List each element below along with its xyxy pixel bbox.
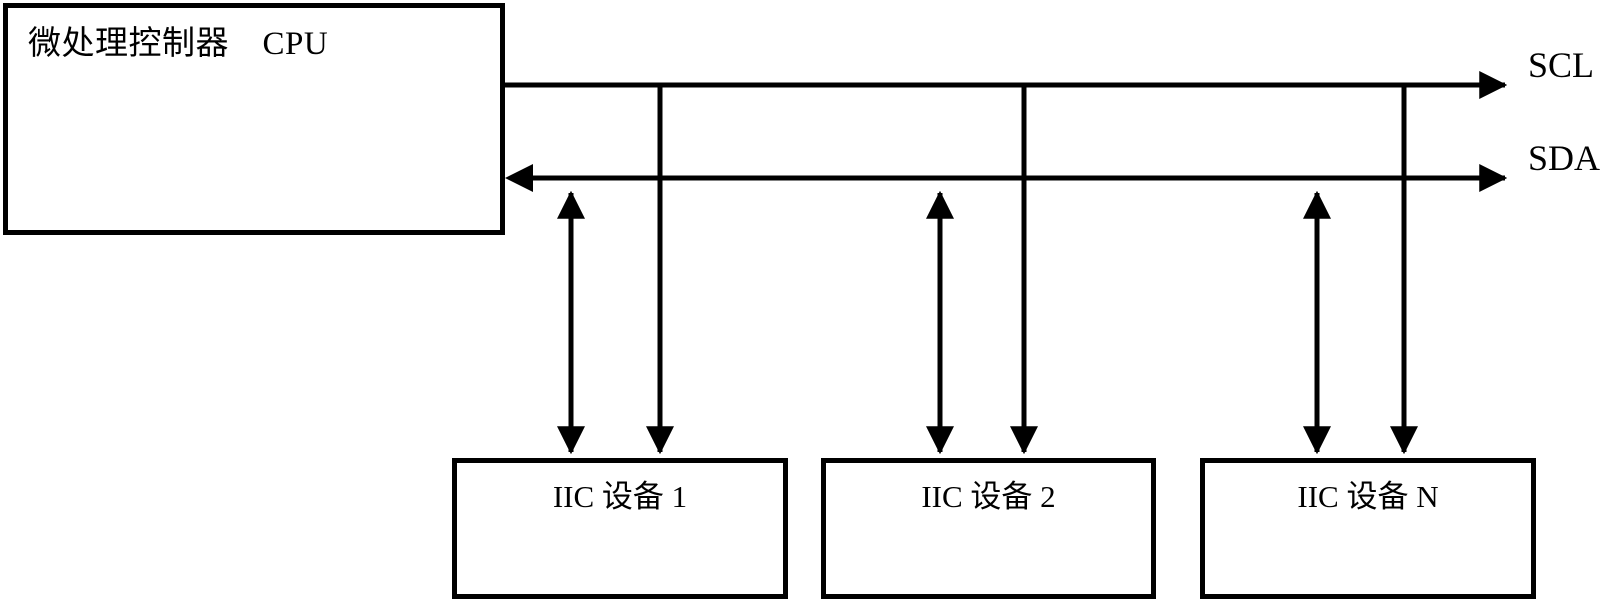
device-n-label: IIC 设备 N — [1297, 479, 1439, 514]
cpu-block-label: 微处理控制器 CPU — [28, 26, 329, 62]
device-1-label: IIC 设备 1 — [552, 479, 688, 514]
scl-bus-label: SCL — [1528, 45, 1595, 85]
device-2-label: IIC 设备 2 — [921, 479, 1056, 514]
diagram-canvas: 微处理控制器 CPU SCL SDA IIC 设备 1 IIC 设备 2 IIC… — [0, 0, 1606, 601]
sda-bus-label: SDA — [1528, 138, 1601, 178]
sda-bus-left-arrowhead — [505, 164, 533, 192]
